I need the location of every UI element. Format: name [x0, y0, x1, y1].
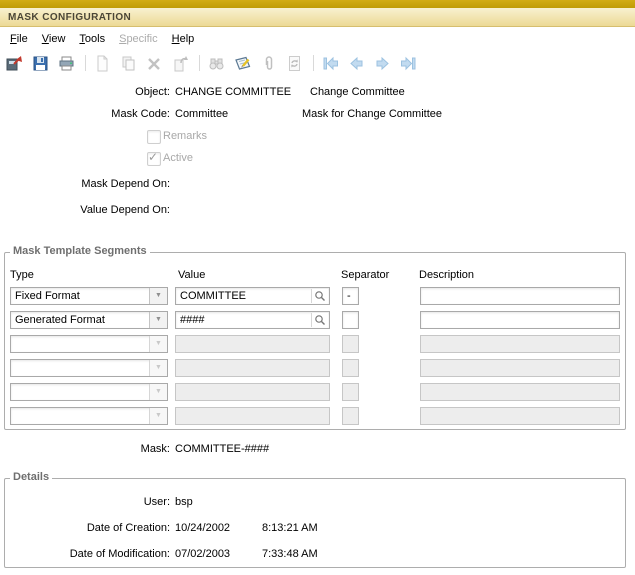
details-group-title: Details — [10, 471, 52, 483]
creation-time-value: 8:13:21 AM — [262, 522, 318, 534]
chevron-down-icon[interactable]: ▼ — [149, 288, 167, 304]
window-top-strip — [0, 0, 635, 8]
next-record-icon[interactable] — [373, 54, 391, 72]
value-field — [175, 335, 330, 353]
object-description: Change Committee — [310, 86, 405, 98]
description-field[interactable] — [420, 287, 620, 305]
toolbar-separator — [199, 55, 200, 71]
menu-help[interactable]: Help — [172, 33, 195, 45]
mask-depend-label: Mask Depend On: — [0, 178, 170, 190]
menu-view[interactable]: View — [42, 33, 66, 45]
user-value: bsp — [175, 496, 193, 508]
value-column-header: Value — [178, 269, 205, 281]
mask-code-value: Committee — [175, 108, 228, 120]
mask-label: Mask: — [0, 443, 170, 455]
chevron-down-icon: ▼ — [149, 408, 167, 424]
value-field[interactable]: #### — [175, 311, 330, 329]
value-depend-label: Value Depend On: — [0, 204, 170, 216]
creation-date-value: 10/24/2002 — [175, 522, 230, 534]
search-icon[interactable] — [207, 54, 225, 72]
toolbar — [0, 50, 635, 76]
separator-column-header: Separator — [341, 269, 389, 281]
exit-icon[interactable] — [5, 54, 23, 72]
type-dropdown: ▼ — [10, 335, 168, 353]
active-label: Active — [163, 152, 193, 164]
description-field — [420, 383, 620, 401]
print-icon[interactable] — [57, 54, 75, 72]
menu-tools[interactable]: Tools — [79, 33, 105, 45]
lookup-icon[interactable] — [311, 289, 328, 303]
separator-field — [342, 407, 359, 425]
type-column-header: Type — [10, 269, 34, 281]
description-field[interactable] — [420, 311, 620, 329]
separator-field — [342, 359, 359, 377]
object-value: CHANGE COMMITTEE — [175, 86, 291, 98]
notes-icon[interactable] — [233, 54, 251, 72]
previous-record-icon[interactable] — [347, 54, 365, 72]
save-icon[interactable] — [31, 54, 49, 72]
type-dropdown: ▼ — [10, 383, 168, 401]
window-title-bar: MASK CONFIGURATION — [0, 8, 635, 27]
chevron-down-icon: ▼ — [149, 384, 167, 400]
mask-code-description: Mask for Change Committee — [302, 108, 442, 120]
chevron-down-icon: ▼ — [149, 336, 167, 352]
lookup-icon[interactable] — [311, 313, 328, 327]
object-label: Object: — [0, 86, 170, 98]
last-record-icon[interactable] — [399, 54, 417, 72]
type-dropdown: ▼ — [10, 407, 168, 425]
modification-time-value: 7:33:48 AM — [262, 548, 318, 560]
remarks-checkbox[interactable] — [147, 130, 161, 144]
separator-field[interactable]: - — [342, 287, 359, 305]
separator-field — [342, 383, 359, 401]
type-dropdown[interactable]: Generated Format ▼ — [10, 311, 168, 329]
segments-group-title: Mask Template Segments — [10, 245, 150, 257]
window-title: MASK CONFIGURATION — [8, 12, 131, 23]
clear-record-icon[interactable] — [171, 54, 189, 72]
copy-icon[interactable] — [119, 54, 137, 72]
description-column-header: Description — [419, 269, 474, 281]
chevron-down-icon: ▼ — [149, 360, 167, 376]
type-dropdown[interactable]: Fixed Format ▼ — [10, 287, 168, 305]
first-record-icon[interactable] — [321, 54, 339, 72]
value-field — [175, 407, 330, 425]
active-checkbox[interactable]: ✓ — [147, 152, 161, 166]
delete-icon[interactable] — [145, 54, 163, 72]
value-field[interactable]: COMMITTEE — [175, 287, 330, 305]
description-field — [420, 359, 620, 377]
separator-field[interactable] — [342, 311, 359, 329]
remarks-label: Remarks — [163, 130, 207, 142]
description-field — [420, 335, 620, 353]
mask-value: COMMITTEE-#### — [175, 443, 269, 455]
check-icon: ✓ — [148, 150, 158, 164]
new-document-icon[interactable] — [93, 54, 111, 72]
chevron-down-icon[interactable]: ▼ — [149, 312, 167, 328]
refresh-icon[interactable] — [285, 54, 303, 72]
value-field — [175, 359, 330, 377]
menu-bar: File View Tools Specific Help — [0, 29, 635, 49]
menu-file[interactable]: File — [10, 33, 28, 45]
separator-field — [342, 335, 359, 353]
description-field — [420, 407, 620, 425]
attachment-icon[interactable] — [259, 54, 277, 72]
user-label: User: — [0, 496, 170, 508]
modification-date-label: Date of Modification: — [0, 548, 170, 560]
creation-date-label: Date of Creation: — [0, 522, 170, 534]
mask-code-label: Mask Code: — [0, 108, 170, 120]
toolbar-separator — [313, 55, 314, 71]
value-field — [175, 383, 330, 401]
toolbar-separator — [85, 55, 86, 71]
menu-specific[interactable]: Specific — [119, 33, 158, 45]
type-dropdown: ▼ — [10, 359, 168, 377]
modification-date-value: 07/02/2003 — [175, 548, 230, 560]
